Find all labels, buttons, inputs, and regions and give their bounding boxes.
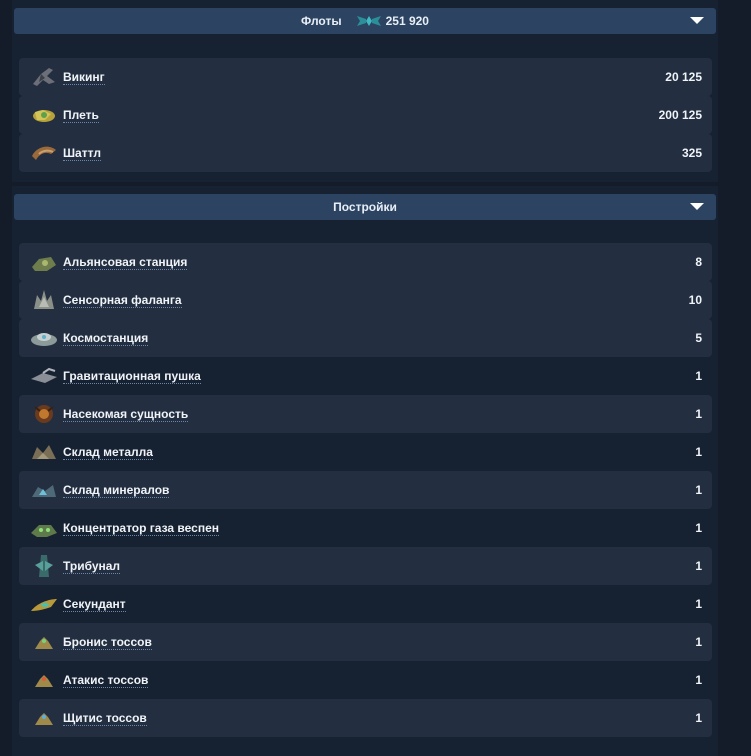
item-name[interactable]: Гравитационная пушка [63, 369, 201, 384]
list-item: Трибунал 1 [19, 547, 712, 585]
item-count: 10 [688, 293, 702, 307]
item-name[interactable]: Трибунал [63, 559, 121, 574]
item-name[interactable]: Сенсорная фаланга [63, 293, 182, 308]
list-item: Склад металла 1 [19, 433, 712, 471]
item-name[interactable]: Концентратор газа веспен [63, 521, 220, 536]
alliance-station-icon [32, 257, 56, 271]
item-count: 1 [695, 597, 702, 611]
item-count: 5 [695, 331, 702, 345]
list-item: Альянсовая станция 8 [19, 243, 712, 281]
scourge-ship-icon [33, 110, 55, 122]
item-name[interactable]: Щитис тоссов [63, 711, 147, 726]
item-count: 8 [695, 255, 702, 269]
item-name[interactable]: Секундант [63, 597, 126, 612]
fleets-total: 251 920 [385, 14, 429, 28]
buildings-header[interactable]: Постройки [14, 194, 716, 220]
list-item: Гравитационная пушка 1 [19, 357, 712, 395]
list-item: Шаттл 325 [19, 134, 712, 172]
item-name[interactable]: Склад минералов [63, 483, 170, 498]
chevron-down-icon[interactable] [690, 17, 704, 24]
item-count: 200 125 [658, 108, 702, 122]
vespene-concentrator-icon [31, 525, 57, 537]
protoss-attack-icon [35, 675, 53, 687]
fleets-list: Викинг 20 125 Плеть 200 125 Шаттл 325 [19, 58, 712, 172]
list-item: Секундант 1 [19, 585, 712, 623]
protoss-shield-icon [35, 713, 53, 725]
item-count: 1 [695, 521, 702, 535]
item-count: 1 [695, 369, 702, 383]
gravity-cannon-icon [31, 367, 57, 383]
item-name[interactable]: Космостанция [63, 331, 149, 346]
list-item: Бронис тоссов 1 [19, 623, 712, 661]
sensor-phalanx-icon [34, 290, 54, 309]
list-item: Атакис тоссов 1 [19, 661, 712, 699]
viking-ship-icon [33, 68, 55, 86]
list-item: Сенсорная фаланга 10 [19, 281, 712, 319]
insect-entity-icon [34, 405, 54, 423]
metal-storage-icon [32, 445, 56, 459]
item-count: 1 [695, 407, 702, 421]
list-item: Концентратор газа веспен 1 [19, 509, 712, 547]
list-item: Щитис тоссов 1 [19, 699, 712, 737]
buildings-list: Альянсовая станция 8 Сенсорная фаланга 1… [19, 243, 712, 737]
item-name[interactable]: Склад металла [63, 445, 153, 460]
item-count: 1 [695, 559, 702, 573]
wings-emblem-icon [356, 16, 381, 26]
item-name[interactable]: Шаттл [63, 146, 101, 161]
item-count: 325 [681, 146, 702, 160]
second-icon [31, 599, 57, 611]
item-count: 1 [695, 673, 702, 687]
space-station-icon [31, 333, 57, 346]
item-name[interactable]: Бронис тоссов [63, 635, 152, 650]
item-name[interactable]: Атакис тоссов [63, 673, 149, 688]
item-name[interactable]: Викинг [63, 70, 105, 85]
item-name[interactable]: Насекомая сущность [63, 407, 189, 422]
item-count: 1 [695, 711, 702, 725]
chevron-down-icon[interactable] [690, 203, 704, 210]
item-count: 1 [695, 445, 702, 459]
item-count: 1 [695, 635, 702, 649]
fleets-header[interactable]: Флоты 251 920 [14, 8, 716, 34]
item-name[interactable]: Альянсовая станция [63, 255, 188, 270]
tribunal-icon [35, 555, 53, 577]
item-count: 1 [695, 483, 702, 497]
list-item: Космостанция 5 [19, 319, 712, 357]
list-item: Насекомая сущность 1 [19, 395, 712, 433]
item-count: 20 125 [665, 70, 702, 84]
protoss-armor-icon [35, 637, 53, 649]
list-item: Плеть 200 125 [19, 96, 712, 134]
fleets-title: Флоты [301, 14, 342, 28]
mineral-storage-icon [32, 485, 56, 497]
shuttle-ship-icon [32, 146, 56, 160]
list-item: Склад минералов 1 [19, 471, 712, 509]
list-item: Викинг 20 125 [19, 58, 712, 96]
buildings-title: Постройки [333, 200, 397, 214]
item-name[interactable]: Плеть [63, 108, 99, 123]
